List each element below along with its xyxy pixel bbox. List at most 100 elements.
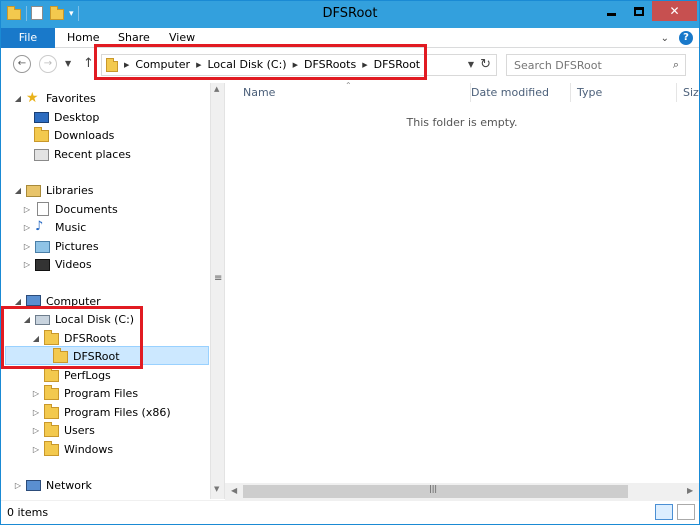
refresh-icon[interactable]: ↻ — [480, 57, 491, 72]
expand-ribbon-icon[interactable]: ⌄ — [661, 33, 669, 44]
tree-item-label: Program Files (x86) — [64, 405, 171, 419]
tree-item-network[interactable]: ▷ Network — [13, 476, 92, 494]
expand-arrow-icon[interactable]: ▷ — [22, 260, 32, 269]
navigation-pane: ◢ ★ Favorites Desktop Downloads Recent p… — [1, 83, 210, 499]
column-header-type[interactable]: Type — [571, 83, 677, 102]
column-header-date-modified[interactable]: Date modified — [465, 83, 571, 102]
breadcrumb-item-local-disk[interactable]: Local Disk (C:) — [207, 58, 286, 71]
tree-item-label: Users — [64, 423, 95, 437]
tab-file[interactable]: File — [1, 28, 55, 48]
address-bar[interactable]: ▶ Computer ▶ Local Disk (C:) ▶ DFSRoots … — [101, 54, 497, 76]
maximize-button[interactable] — [625, 1, 652, 21]
breadcrumb-separator-icon[interactable]: ▶ — [293, 61, 298, 69]
tab-share[interactable]: Share — [114, 28, 154, 48]
title-bar: ▾ DFSRoot ✕ — [1, 1, 699, 28]
column-header-name[interactable]: Name — [237, 83, 471, 102]
help-icon[interactable]: ? — [679, 31, 693, 45]
tree-item-music[interactable]: ▷ ♪ Music — [22, 218, 86, 236]
expand-arrow-icon[interactable]: ▷ — [31, 389, 41, 398]
tree-item-recent-places[interactable]: Recent places — [34, 145, 131, 163]
close-button[interactable]: ✕ — [652, 1, 697, 21]
recent-locations-icon[interactable]: ▼ — [65, 59, 71, 68]
breadcrumb-item-computer[interactable]: Computer — [135, 58, 190, 71]
tree-item-documents[interactable]: ▷ Documents — [22, 200, 118, 218]
breadcrumb-separator-icon[interactable]: ▶ — [196, 61, 201, 69]
tree-item-dfsroots[interactable]: ◢ DFSRoots — [31, 329, 116, 347]
minimize-icon — [607, 12, 616, 16]
breadcrumb-separator-icon[interactable]: ▶ — [124, 61, 129, 69]
tree-item-dfsroot[interactable]: DFSRoot — [53, 347, 120, 365]
tree-item-downloads[interactable]: Downloads — [34, 126, 114, 144]
collapse-arrow-icon[interactable]: ◢ — [31, 334, 41, 343]
tree-item-label: PerfLogs — [64, 368, 111, 382]
collapse-arrow-icon[interactable]: ◢ — [22, 315, 32, 324]
tree-item-label: Pictures — [55, 239, 99, 253]
search-icon[interactable]: ⌕ — [673, 58, 679, 72]
splitter-grip-icon[interactable]: ≡ — [214, 273, 222, 284]
search-input[interactable] — [507, 55, 657, 75]
folder-icon — [106, 58, 118, 72]
folder-icon — [44, 422, 60, 437]
folder-icon — [44, 385, 60, 400]
tree-item-windows[interactable]: ▷ Windows — [31, 440, 113, 458]
expand-arrow-icon[interactable]: ▷ — [22, 242, 32, 251]
tree-item-program-files[interactable]: ▷ Program Files — [31, 384, 138, 402]
tab-view[interactable]: View — [165, 28, 199, 48]
collapse-arrow-icon[interactable]: ◢ — [13, 297, 23, 306]
tab-home[interactable]: Home — [63, 28, 103, 48]
forward-button[interactable]: → — [39, 55, 57, 73]
up-button[interactable]: ↑ — [83, 56, 94, 71]
expand-arrow-icon[interactable]: ▷ — [13, 481, 23, 490]
minimize-button[interactable] — [598, 1, 625, 21]
tree-item-label: DFSRoots — [64, 331, 117, 345]
breadcrumb-separator-icon[interactable]: ▶ — [362, 61, 367, 69]
ribbon-tabs: File Home Share View ⌄ ? — [1, 28, 699, 48]
expand-arrow-icon[interactable]: ▷ — [22, 205, 32, 214]
tree-item-pictures[interactable]: ▷ Pictures — [22, 237, 99, 255]
tree-item-videos[interactable]: ▷ Videos — [22, 255, 92, 273]
recent-places-icon — [34, 147, 50, 161]
expand-arrow-icon[interactable]: ▷ — [22, 223, 32, 232]
collapse-arrow-icon[interactable]: ◢ — [13, 186, 23, 195]
tree-item-perflogs[interactable]: PerfLogs — [44, 366, 111, 384]
folder-icon — [44, 404, 60, 419]
pictures-icon — [35, 239, 51, 253]
sort-arrow-icon: ⌃ — [345, 81, 352, 90]
address-dropdown-icon[interactable]: ▼ — [468, 60, 474, 69]
tree-item-label: Computer — [46, 294, 101, 308]
tree-item-desktop[interactable]: Desktop — [34, 108, 99, 126]
documents-icon — [35, 202, 51, 216]
collapse-arrow-icon[interactable]: ◢ — [13, 94, 23, 103]
search-box: ⌕ — [506, 54, 686, 76]
details-view-button[interactable] — [655, 504, 673, 520]
expand-arrow-icon[interactable]: ▷ — [31, 426, 41, 435]
ribbon-right-controls: ⌄ ? — [661, 31, 693, 45]
folder-icon — [44, 367, 60, 382]
tree-item-users[interactable]: ▷ Users — [31, 421, 95, 439]
tree-item-local-disk[interactable]: ◢ Local Disk (C:) — [22, 310, 134, 328]
expand-arrow-icon[interactable]: ▷ — [31, 408, 41, 417]
navigation-bar: ← → ▼ ↑ ▶ Computer ▶ Local Disk (C:) ▶ D… — [1, 48, 699, 80]
horizontal-scrollbar[interactable]: ◀ ||| ▶ — [225, 483, 699, 500]
tree-item-label: Downloads — [54, 128, 115, 142]
back-button[interactable]: ← — [13, 55, 31, 73]
column-header-size[interactable]: Size — [677, 83, 700, 102]
computer-icon — [26, 294, 42, 308]
tree-item-program-files-x86[interactable]: ▷ Program Files (x86) — [31, 403, 171, 421]
scroll-up-icon[interactable]: ▲ — [214, 85, 219, 93]
downloads-folder-icon — [34, 127, 50, 142]
breadcrumb-item-dfsroot[interactable]: DFSRoot — [374, 58, 421, 71]
expand-arrow-icon[interactable]: ▷ — [31, 445, 41, 454]
scroll-right-icon[interactable]: ▶ — [687, 486, 693, 495]
tree-item-libraries[interactable]: ◢ Libraries — [13, 181, 94, 199]
pane-splitter[interactable]: ▲ ≡ ▼ — [210, 83, 225, 499]
scroll-down-icon[interactable]: ▼ — [214, 485, 219, 493]
large-icons-view-button[interactable] — [677, 504, 695, 520]
file-list[interactable]: Name ⌃ Date modified Type Size This fold… — [225, 81, 700, 481]
tree-item-favorites[interactable]: ◢ ★ Favorites — [13, 89, 96, 107]
tree-item-label: Local Disk (C:) — [55, 312, 135, 326]
tree-item-label: Network — [46, 478, 92, 492]
scroll-left-icon[interactable]: ◀ — [231, 486, 237, 495]
tree-item-computer[interactable]: ◢ Computer — [13, 292, 101, 310]
breadcrumb-item-dfsroots[interactable]: DFSRoots — [304, 58, 356, 71]
